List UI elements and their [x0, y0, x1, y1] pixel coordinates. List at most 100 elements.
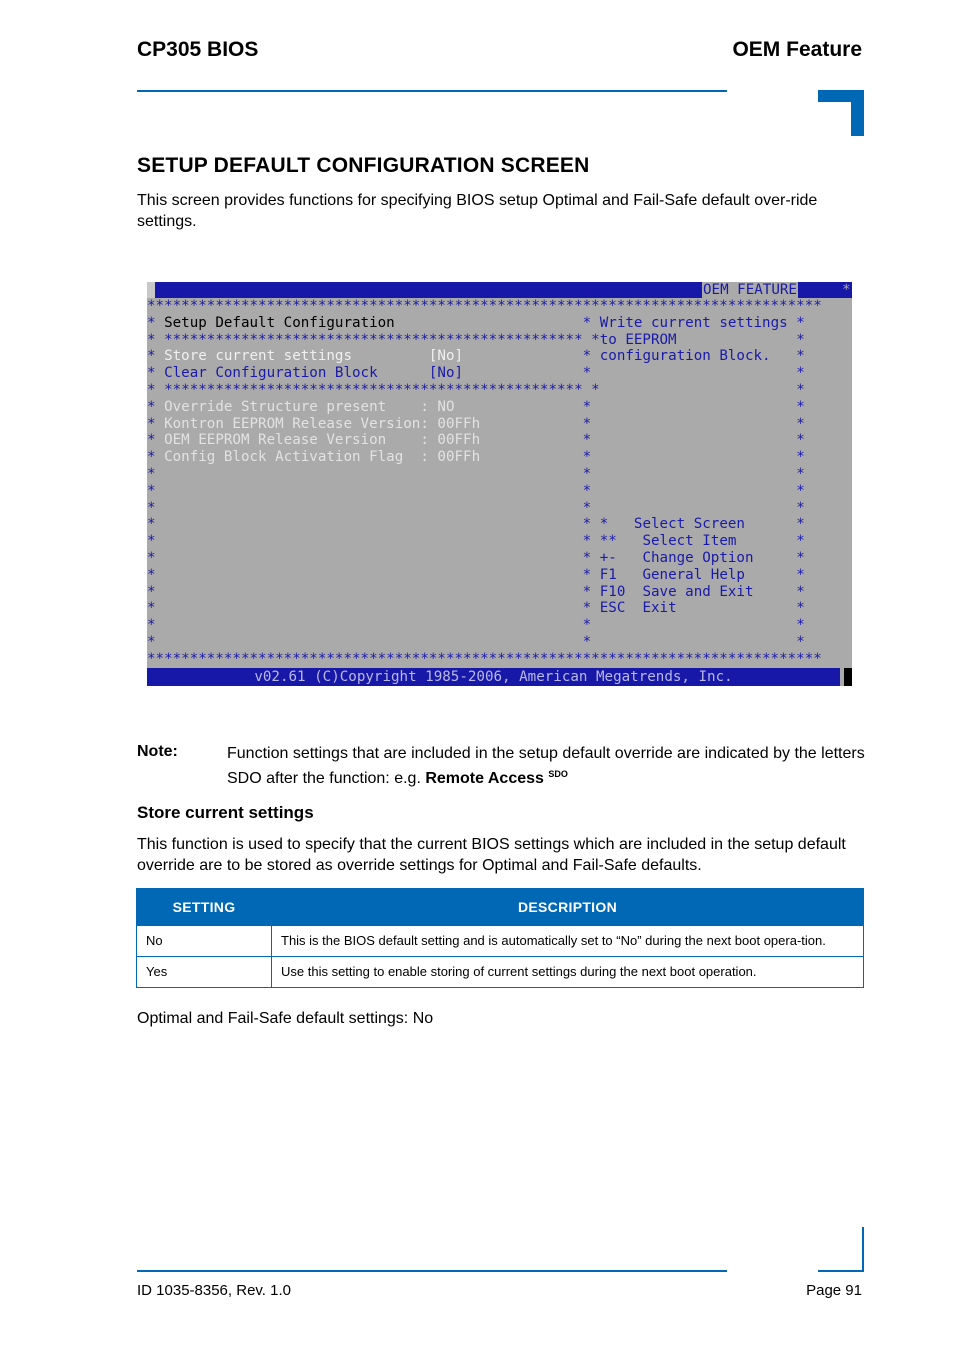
bios-star: *	[796, 499, 805, 516]
bios-star: *	[147, 516, 165, 533]
bios-blank	[164, 584, 583, 600]
bios-star: *	[796, 617, 805, 634]
bios-star: *	[796, 331, 805, 348]
bios-screen: OEM FEATURE * **************************…	[147, 282, 852, 686]
bios-line: * Setup Default Configuration * Write cu…	[147, 315, 805, 332]
bios-star: *	[147, 566, 165, 583]
bios-star: *	[582, 617, 600, 634]
subsection-body: This function is used to specify that th…	[137, 836, 846, 874]
bios-line: * * +- Change Option *	[147, 550, 805, 567]
bios-info-row: Kontron EEPROM Release Version: 00FFh	[164, 415, 583, 432]
header-rule	[137, 90, 727, 92]
bios-key-help: * Select Screen	[599, 516, 797, 533]
footer-rule	[137, 1270, 727, 1272]
bios-star: *	[796, 533, 805, 550]
bios-blank	[600, 416, 796, 432]
bios-line: * Clear Configuration Block [No] * *	[147, 365, 805, 382]
bios-star: *	[796, 314, 805, 331]
bios-line: * * * Select Screen *	[147, 516, 805, 533]
bios-line: * **************************************…	[147, 332, 805, 349]
bios-blank	[600, 483, 796, 499]
bios-line: * Config Block Activation Flag : 00FFh *…	[147, 449, 805, 466]
subsection-title: Store current settings	[137, 803, 314, 822]
default-settings-line: Optimal and Fail-Safe default settings: …	[137, 1010, 434, 1027]
bios-star: *	[796, 415, 805, 432]
bios-star: *	[796, 550, 805, 566]
bios-star: *	[147, 482, 165, 499]
bios-tab-oem-feature[interactable]: OEM FEATURE	[702, 282, 798, 298]
bios-star: *	[147, 449, 165, 466]
setting-cell: Yes	[136, 956, 272, 988]
note-label: Note:	[137, 743, 178, 760]
bios-line: * **************************************…	[147, 382, 805, 399]
bios-blank	[600, 466, 796, 482]
section-intro: This screen provides functions for speci…	[137, 192, 818, 230]
bios-star: *	[582, 566, 600, 583]
description-cell: Use this setting to enable storing of cu…	[271, 956, 864, 988]
table-header-row: SETTING DESCRIPTION	[136, 888, 864, 926]
header-description: DESCRIPTION	[271, 888, 864, 926]
bios-line: * * *	[147, 500, 805, 517]
bios-star-border: ****************************************…	[147, 298, 822, 314]
note-text: Function settings that are included in t…	[227, 743, 867, 789]
bios-star: *	[582, 499, 600, 516]
bios-info-row: Config Block Activation Flag : 00FFh	[164, 449, 583, 466]
section-title: SETUP DEFAULT CONFIGURATION SCREEN	[137, 154, 590, 177]
bios-star: *	[147, 398, 165, 415]
bios-line: * * *	[147, 466, 805, 483]
bios-blank	[600, 634, 796, 650]
table-row: Yes Use this setting to enable storing o…	[136, 956, 864, 988]
bios-key-help: F10 Save and Exit	[599, 583, 797, 600]
bios-blank	[164, 550, 583, 566]
bios-line: * * *	[147, 483, 805, 500]
bios-star: *	[582, 432, 600, 449]
bios-line: * * ESC Exit *	[147, 600, 805, 617]
bios-help-text: to EEPROM	[599, 331, 797, 348]
bios-star: *	[147, 550, 165, 566]
bios-key-help: F1 General Help	[599, 566, 797, 583]
bios-blank	[164, 533, 583, 549]
bios-star: *	[582, 365, 600, 382]
bios-key-help: ** Select Item	[599, 533, 797, 550]
bios-blank	[600, 449, 796, 465]
bios-info-row: OEM EEPROM Release Version : 00FFh	[164, 432, 583, 449]
bios-key-help: ESC Exit	[599, 600, 797, 617]
note-example: Remote Access	[425, 770, 544, 787]
bios-star: *	[796, 398, 805, 415]
bios-star: *	[147, 634, 165, 650]
bios-star: *	[582, 533, 600, 550]
corner-mark-bottom-vertical	[862, 1227, 864, 1272]
bios-line: * Store current settings [No] * configur…	[147, 348, 805, 365]
bios-help-text: Write current settings	[599, 314, 797, 331]
bios-star: *	[796, 482, 805, 499]
bios-star: *	[796, 382, 805, 398]
bios-star: *	[796, 365, 805, 382]
bios-star: *	[796, 583, 805, 600]
bios-star: *	[147, 583, 165, 600]
bios-item-store-current-settings[interactable]: Store current settings [No]	[164, 348, 583, 364]
header-setting: SETTING	[136, 888, 272, 926]
bios-line: * * F1 General Help *	[147, 567, 805, 584]
bios-blank	[600, 500, 796, 516]
bios-blank	[600, 432, 796, 448]
bios-star: *	[796, 432, 805, 449]
document-id: ID 1035-8356, Rev. 1.0	[137, 1282, 291, 1299]
bios-footer: v02.61 (C)Copyright 1985-2006, American …	[147, 668, 840, 686]
bios-star: *	[582, 583, 600, 600]
bios-star: *	[796, 516, 805, 533]
bios-line: * * ** Select Item *	[147, 533, 805, 550]
bios-star: *	[582, 550, 600, 566]
note-sdo-tag: SDO	[548, 769, 568, 779]
bios-line: * * *	[147, 634, 805, 651]
bios-line: ****************************************…	[147, 298, 822, 315]
bios-item-clear-configuration-block[interactable]: Clear Configuration Block [No]	[164, 365, 583, 381]
bios-help-text	[600, 365, 796, 381]
bios-titlebar-edge	[147, 282, 155, 298]
bios-star: *	[147, 499, 165, 516]
bios-star: *	[147, 314, 165, 331]
corner-mark-bottom	[818, 1270, 864, 1272]
bios-divider: * **************************************…	[147, 382, 600, 398]
bios-help-text: configuration Block.	[599, 348, 797, 365]
bios-divider: * **************************************…	[147, 331, 600, 348]
bios-star: *	[147, 533, 165, 550]
